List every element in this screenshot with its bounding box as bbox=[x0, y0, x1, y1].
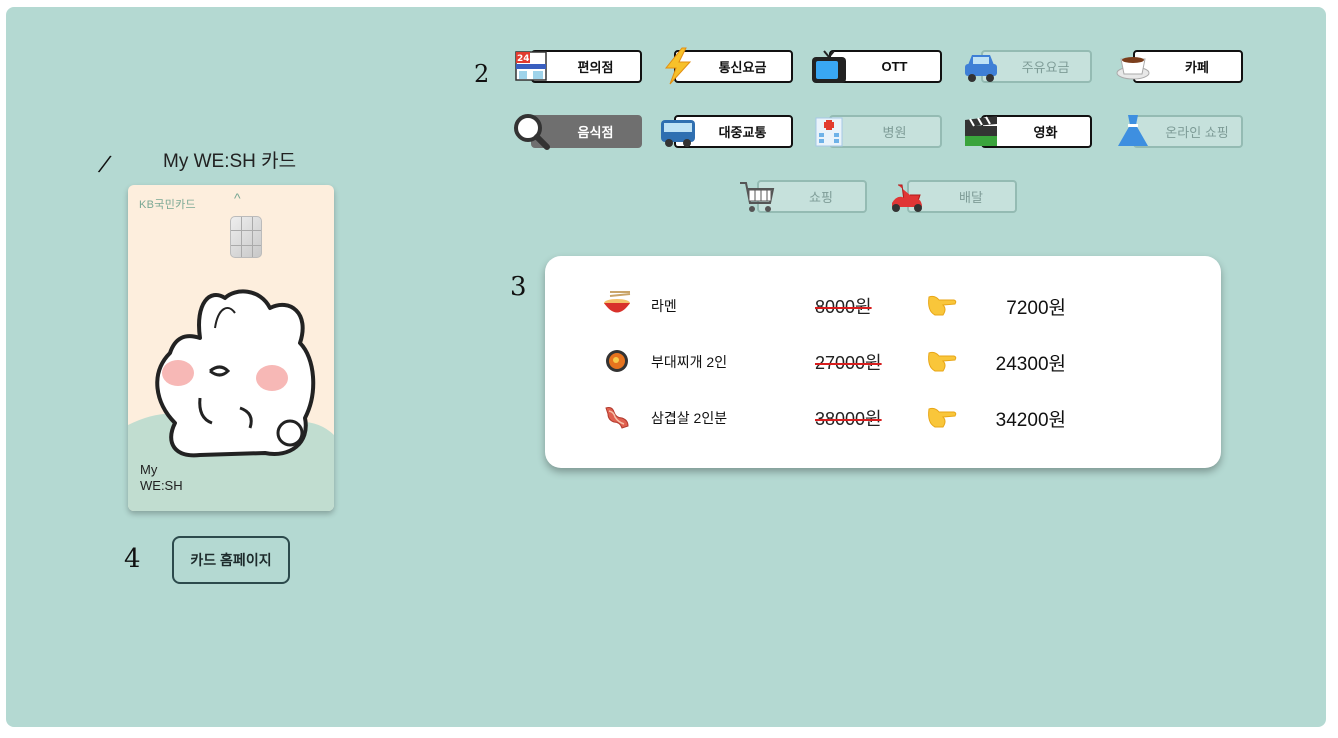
dress-icon bbox=[1113, 111, 1153, 151]
bunny-illustration bbox=[155, 289, 316, 458]
category-shopping[interactable]: 쇼핑 bbox=[740, 180, 867, 213]
result-name: 라멘 bbox=[651, 298, 677, 314]
category-ott[interactable]: OTT bbox=[812, 50, 942, 83]
card-name: My WE:SH bbox=[140, 462, 183, 493]
result-row: 삼겹살 2인분 38000원 34200원 bbox=[545, 400, 1221, 432]
pointing-hand-icon bbox=[923, 291, 957, 319]
discount-results-panel: 라멘 8000원 7200원 부대찌개 2인 27000원 24300원 삼겹살… bbox=[545, 256, 1221, 468]
ramen-icon bbox=[602, 290, 632, 318]
lightning-icon bbox=[658, 46, 698, 86]
cart-icon bbox=[737, 176, 777, 216]
card-homepage-button[interactable]: 카드 홈페이지 bbox=[172, 536, 290, 584]
original-price: 8000원 bbox=[815, 297, 872, 317]
category-public-transport[interactable]: 대중교통 bbox=[661, 115, 793, 148]
bacon-icon bbox=[602, 402, 632, 430]
category-telecom[interactable]: 통신요금 bbox=[664, 47, 793, 85]
annotation-3: 3 bbox=[510, 272, 527, 302]
tv-icon bbox=[809, 46, 849, 86]
discounted-price: 24300원 bbox=[995, 354, 1066, 375]
category-fuel[interactable]: 주유요금 bbox=[965, 50, 1092, 83]
result-row: 부대찌개 2인 27000원 24300원 bbox=[545, 344, 1221, 376]
category-cafe[interactable]: 카페 bbox=[1116, 50, 1243, 83]
category-online-shopping[interactable]: 온라인 쇼핑 bbox=[1118, 115, 1243, 148]
pointing-hand-icon bbox=[923, 403, 957, 431]
result-row: 라멘 8000원 7200원 bbox=[545, 288, 1221, 320]
stew-pot-icon bbox=[602, 346, 632, 374]
magnifier-icon bbox=[511, 111, 551, 151]
card-brand: KB국민카드 bbox=[139, 199, 196, 211]
card-title: My WE:SH 카드 bbox=[163, 151, 297, 172]
annotation-2: 2 bbox=[474, 60, 490, 88]
card-image: KB국민카드 ^ My WE:SH bbox=[128, 185, 334, 511]
annotation-4: 4 bbox=[124, 544, 141, 574]
original-price: 27000원 bbox=[815, 353, 882, 373]
category-movie[interactable]: 영화 bbox=[965, 115, 1092, 148]
chevron-up-icon: ^ bbox=[234, 190, 241, 206]
card-chip-icon bbox=[230, 216, 262, 258]
svg-text:24: 24 bbox=[517, 54, 530, 64]
pointing-hand-icon bbox=[923, 347, 957, 375]
category-convenience-store[interactable]: 24 편의점 bbox=[515, 50, 642, 83]
car-icon bbox=[961, 46, 1001, 86]
convenience-store-icon: 24 bbox=[511, 46, 551, 86]
discounted-price: 34200원 bbox=[995, 410, 1066, 431]
category-restaurant[interactable]: 음식점 bbox=[514, 114, 642, 150]
original-price: 38000원 bbox=[815, 409, 882, 429]
scooter-icon bbox=[887, 176, 927, 216]
category-delivery[interactable]: 배달 bbox=[892, 180, 1017, 213]
coffee-icon bbox=[1113, 46, 1153, 86]
hospital-icon bbox=[809, 111, 849, 151]
category-hospital[interactable]: 병원 bbox=[815, 115, 942, 148]
result-name: 삼겹살 2인분 bbox=[651, 410, 728, 426]
discounted-price: 7200원 bbox=[1006, 298, 1066, 319]
bus-icon bbox=[658, 111, 698, 151]
clapperboard-icon bbox=[961, 111, 1001, 151]
result-name: 부대찌개 2인 bbox=[651, 354, 728, 370]
